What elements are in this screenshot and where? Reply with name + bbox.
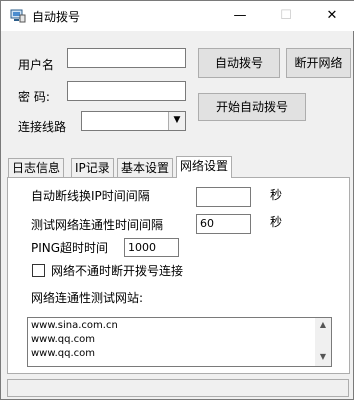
list-item[interactable]: www.qq.com	[31, 334, 95, 345]
dropdown-arrow-icon[interactable]: ▼	[168, 112, 185, 130]
ping-timeout-label: PING超时时间	[31, 241, 109, 255]
test-interval-unit: 秒	[270, 215, 283, 229]
connection-line-select[interactable]: ▼	[81, 111, 186, 131]
disconnect-interval-label: 自动断线换IP时间间隔	[31, 189, 150, 203]
disconnect-on-fail-label: 网络不通时断开拨号连接	[51, 264, 184, 278]
tab-ip-records[interactable]: IP记录	[71, 158, 114, 177]
app-icon	[10, 9, 26, 23]
scroll-down-icon[interactable]: ▼	[315, 352, 331, 361]
maximize-button: ☐	[280, 8, 292, 23]
app-window: 自动拨号 — ☐ ✕ 用户名 密 码: 连接线路 ▼ 自动拨号 断开网络 开始自…	[0, 0, 355, 400]
tab-basic-settings[interactable]: 基本设置	[117, 158, 174, 177]
list-item[interactable]: www.sina.com.cn	[31, 320, 118, 331]
ping-timeout-input[interactable]: 1000	[124, 238, 179, 257]
start-auto-dial-button[interactable]: 开始自动拨号	[198, 93, 306, 121]
password-label: 密 码:	[18, 90, 50, 104]
status-bar	[7, 379, 349, 397]
tab-network-settings[interactable]: 网络设置	[176, 156, 233, 178]
scroll-up-icon[interactable]: ▲	[315, 320, 331, 329]
title-bar[interactable]: 自动拨号 — ☐ ✕	[1, 1, 355, 31]
minimize-button[interactable]: —	[217, 1, 263, 31]
close-button[interactable]: ✕	[309, 1, 355, 31]
test-sites-label: 网络连通性测试网站:	[31, 291, 144, 305]
disconnect-interval-unit: 秒	[270, 188, 283, 202]
username-input[interactable]	[67, 48, 186, 68]
test-sites-scrollbar[interactable]: ▲ ▼	[315, 318, 331, 366]
username-label: 用户名	[18, 58, 55, 72]
disconnect-interval-input[interactable]	[196, 187, 251, 207]
password-input[interactable]	[67, 81, 186, 101]
disconnect-button[interactable]: 断开网络	[286, 48, 351, 78]
auto-dial-button[interactable]: 自动拨号	[198, 48, 280, 78]
test-interval-label: 测试网络连通性时间间隔	[31, 218, 164, 232]
disconnect-on-fail-checkbox[interactable]	[32, 264, 45, 277]
list-item[interactable]: www.qq.com	[31, 348, 95, 359]
test-sites-list[interactable]: www.sina.com.cn www.qq.com www.qq.com ▲ …	[27, 317, 332, 367]
connection-line-label: 连接线路	[18, 120, 67, 134]
tab-log[interactable]: 日志信息	[8, 158, 65, 177]
window-title: 自动拨号	[32, 10, 81, 24]
test-interval-input[interactable]: 60	[196, 214, 251, 234]
